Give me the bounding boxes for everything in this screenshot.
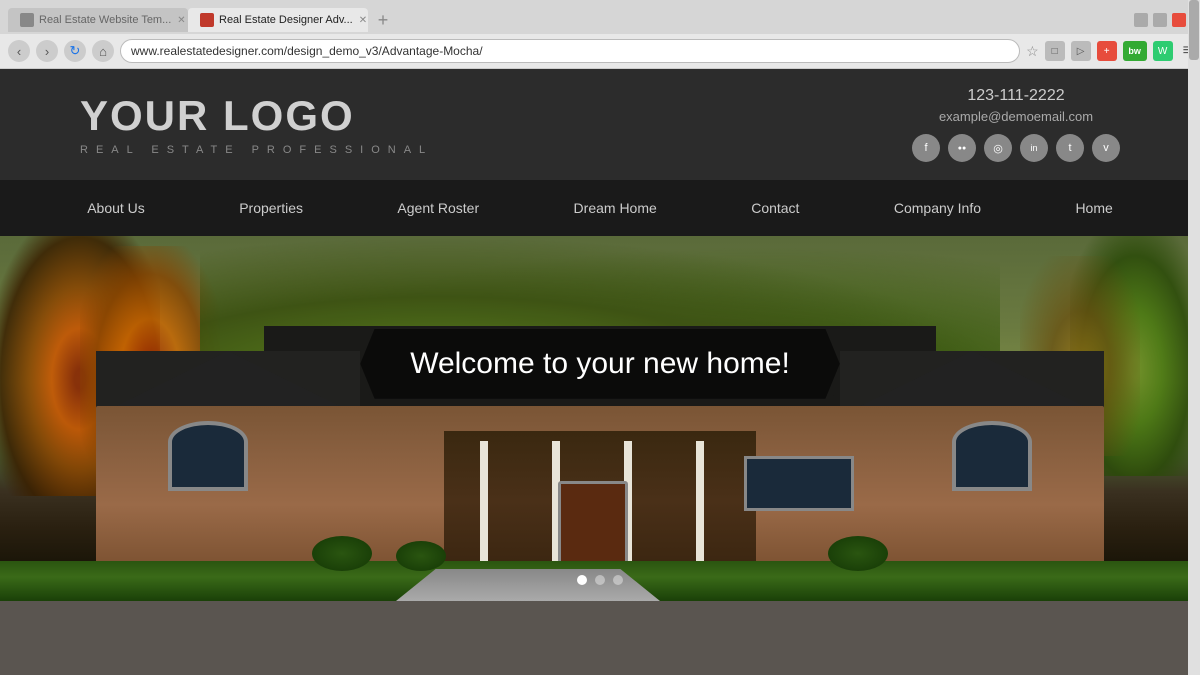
window-right-arch: [952, 421, 1032, 491]
hero-welcome-text: Welcome to your new home!: [410, 347, 790, 381]
window-left-arch: [168, 421, 248, 491]
tab-close-2[interactable]: ✕: [359, 15, 367, 26]
window-center-triple: [744, 456, 854, 511]
slider-dot-2[interactable]: [595, 575, 605, 585]
logo-text: YOUR LOGO: [80, 93, 433, 139]
site-header: YOUR LOGO REAL ESTATE PROFESSIONAL 123-1…: [0, 69, 1200, 180]
hero-background: [0, 236, 1200, 601]
phone-number: 123-111-2222: [912, 87, 1120, 105]
website-content: YOUR LOGO REAL ESTATE PROFESSIONAL 123-1…: [0, 69, 1200, 601]
front-door: [558, 481, 628, 571]
browser-chrome: Real Estate Website Tem... ✕ Real Estate…: [0, 0, 1200, 69]
browser-tab-1[interactable]: Real Estate Website Tem... ✕: [8, 8, 188, 32]
window-minimize-button[interactable]: [1134, 13, 1148, 27]
logo-subtitle: REAL ESTATE PROFESSIONAL: [80, 144, 433, 156]
tab-label-1: Real Estate Website Tem...: [39, 14, 171, 26]
slider-dot-1[interactable]: [577, 575, 587, 585]
browser-titlebar: Real Estate Website Tem... ✕ Real Estate…: [0, 0, 1200, 34]
slider-dot-3[interactable]: [613, 575, 623, 585]
logo-area: YOUR LOGO REAL ESTATE PROFESSIONAL: [80, 93, 433, 155]
fullscreen-button[interactable]: □: [1045, 41, 1065, 61]
nav-item-about-us[interactable]: About Us: [71, 180, 161, 236]
site-navigation: About Us Properties Agent Roster Dream H…: [0, 180, 1200, 236]
addon-button-3[interactable]: W: [1153, 41, 1173, 61]
nav-item-company-info[interactable]: Company Info: [878, 180, 997, 236]
tab-icon-2: [200, 13, 214, 27]
forward-button[interactable]: ›: [36, 40, 58, 62]
bush-left-2: [396, 541, 446, 571]
bookmark-icon[interactable]: ☆: [1026, 43, 1039, 60]
refresh-button[interactable]: ↻: [64, 40, 86, 62]
nav-item-contact[interactable]: Contact: [735, 180, 815, 236]
driveway: [396, 569, 660, 601]
tab-icon-1: [20, 13, 34, 27]
browser-toolbar: ‹ › ↻ ⌂ ☆ □ ▷ + bw W ≡: [0, 34, 1200, 68]
column-1: [480, 441, 488, 571]
tab-label-2: Real Estate Designer Adv...: [219, 14, 353, 26]
nav-list: About Us Properties Agent Roster Dream H…: [40, 180, 1160, 236]
twitter-icon[interactable]: t: [1056, 134, 1084, 162]
window-close-button[interactable]: [1172, 13, 1186, 27]
flickr-icon[interactable]: ●●: [948, 134, 976, 162]
nav-item-dream-home[interactable]: Dream Home: [558, 180, 673, 236]
instagram-icon[interactable]: ◎: [984, 134, 1012, 162]
vimeo-icon[interactable]: v: [1092, 134, 1120, 162]
browser-tab-2[interactable]: Real Estate Designer Adv... ✕: [188, 8, 368, 32]
home-button[interactable]: ⌂: [92, 40, 114, 62]
back-button[interactable]: ‹: [8, 40, 30, 62]
address-bar[interactable]: [120, 39, 1020, 63]
new-tab-button[interactable]: +: [368, 6, 398, 34]
hero-overlay: Welcome to your new home!: [360, 329, 840, 399]
linkedin-icon[interactable]: in: [1020, 134, 1048, 162]
column-4: [696, 441, 704, 571]
social-icons: f ●● ◎ in t v: [912, 134, 1120, 162]
nav-item-properties[interactable]: Properties: [223, 180, 319, 236]
nav-item-agent-roster[interactable]: Agent Roster: [381, 180, 495, 236]
addon-button-2[interactable]: bw: [1123, 41, 1147, 61]
bush-right-1: [828, 536, 888, 571]
window-restore-button[interactable]: [1153, 13, 1167, 27]
hero-section: Welcome to your new home!: [0, 236, 1200, 601]
addon-button-1[interactable]: +: [1097, 41, 1117, 61]
cast-button[interactable]: ▷: [1071, 41, 1091, 61]
slider-dots: [577, 575, 623, 585]
contact-area: 123-111-2222 example@demoemail.com f ●● …: [912, 87, 1120, 162]
scrollbar-thumb[interactable]: [1189, 0, 1199, 60]
tab-close-1[interactable]: ✕: [177, 15, 185, 26]
nav-item-home[interactable]: Home: [1059, 180, 1128, 236]
email-address: example@demoemail.com: [912, 109, 1120, 124]
scrollbar[interactable]: [1188, 0, 1200, 675]
bush-left-1: [312, 536, 372, 571]
facebook-icon[interactable]: f: [912, 134, 940, 162]
